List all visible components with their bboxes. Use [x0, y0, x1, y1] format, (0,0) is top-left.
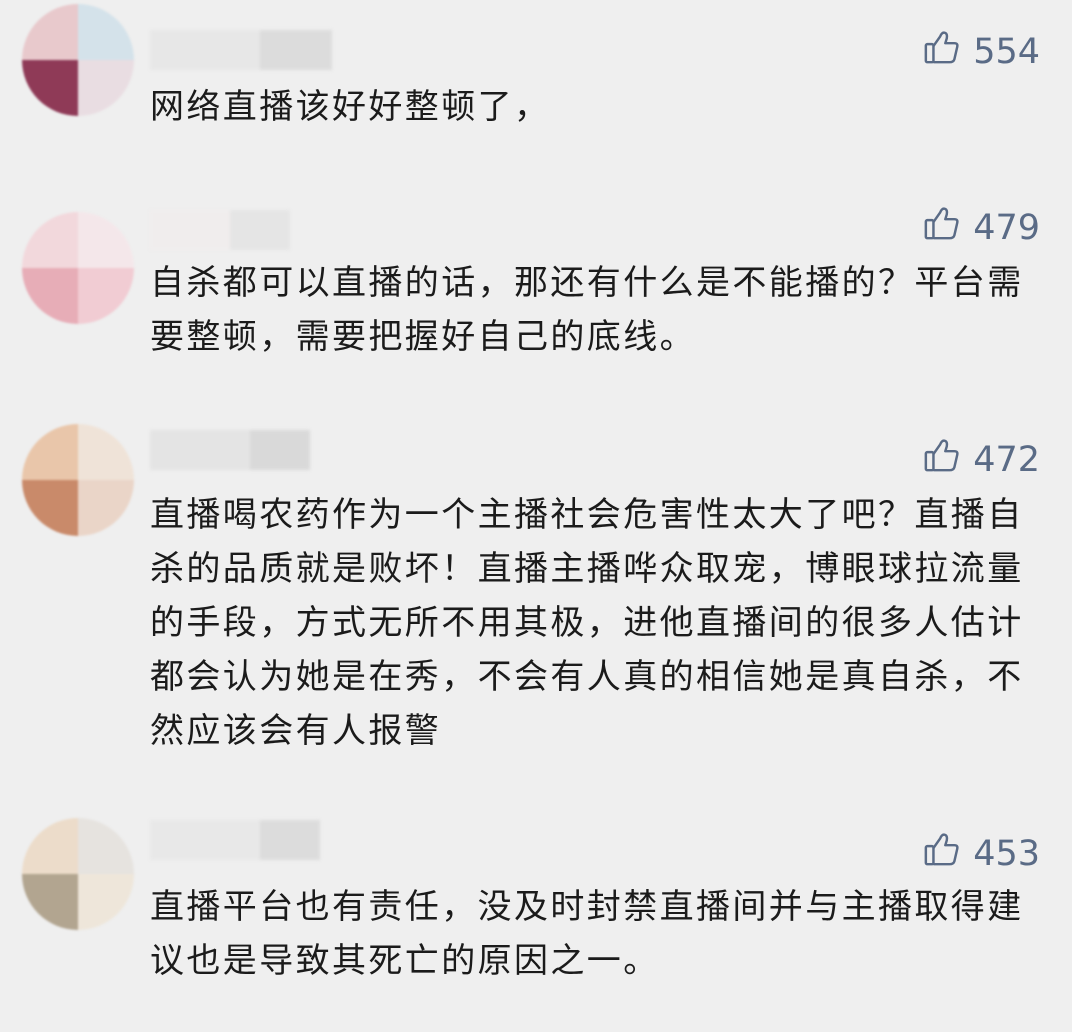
username[interactable] — [150, 430, 310, 470]
avatar[interactable] — [22, 818, 134, 930]
like-button[interactable]: 453 — [923, 830, 1040, 877]
avatar[interactable] — [22, 4, 134, 116]
thumbs-up-icon — [923, 28, 961, 75]
like-button[interactable]: 472 — [923, 436, 1040, 483]
comment-text: 直播喝农药作为一个主播社会危害性太大了吧？直播自杀的品质就是败坏！直播主播哗众取… — [150, 495, 1024, 751]
thumbs-up-icon — [923, 830, 961, 877]
like-count: 453 — [973, 833, 1040, 874]
avatar[interactable] — [22, 424, 134, 536]
thumbs-up-icon — [923, 204, 961, 251]
avatar[interactable] — [22, 212, 134, 324]
like-count: 479 — [973, 207, 1040, 248]
comment-text: 直播平台也有责任，没及时封禁直播间并与主播取得建议也是导致其死亡的原因之一。 — [150, 887, 1024, 981]
thumbs-up-icon — [923, 436, 961, 483]
like-count: 472 — [973, 439, 1040, 480]
like-count: 554 — [973, 31, 1040, 72]
comment-text: 网络直播该好好整顿了， — [150, 87, 551, 127]
username[interactable] — [150, 210, 290, 250]
like-button[interactable]: 554 — [923, 28, 1040, 75]
username[interactable] — [150, 30, 332, 70]
username[interactable] — [150, 820, 320, 860]
like-button[interactable]: 479 — [923, 204, 1040, 251]
comment-text: 自杀都可以直播的话，那还有什么是不能播的？平台需要整顿，需要把握好自己的底线。 — [150, 263, 1024, 357]
